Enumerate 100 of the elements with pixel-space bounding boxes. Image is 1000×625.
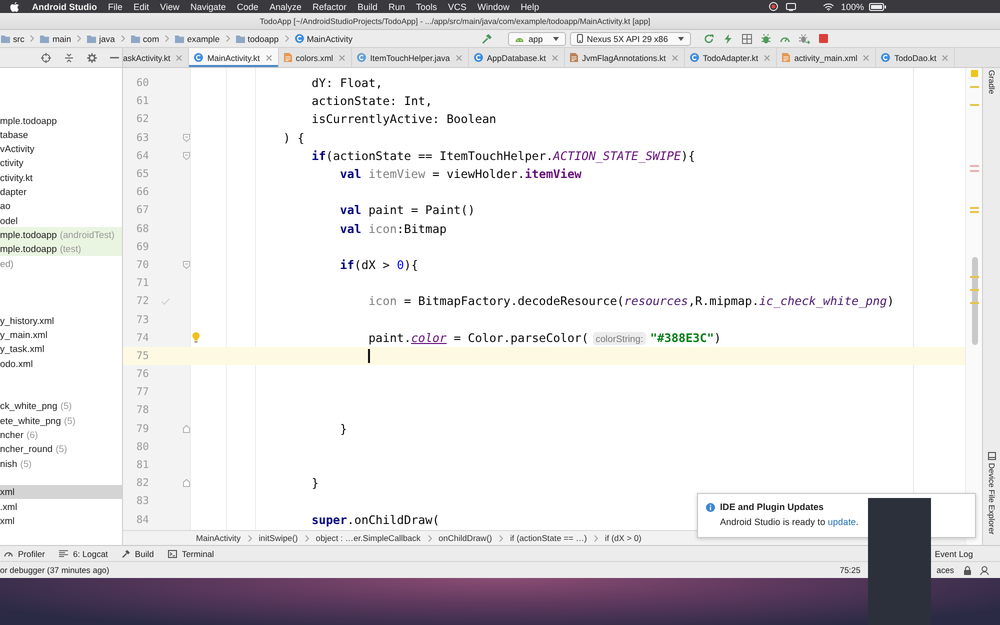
menu-item[interactable]: View <box>160 2 180 12</box>
stripe-marker[interactable] <box>970 302 979 304</box>
minus-icon[interactable] <box>110 56 119 58</box>
stripe-marker[interactable] <box>970 289 979 291</box>
close-icon[interactable] <box>176 54 182 60</box>
display-icon[interactable] <box>786 2 796 10</box>
path-item[interactable]: MainActivity <box>306 34 353 44</box>
tree-item[interactable]: ncher (6) <box>0 427 122 442</box>
breadcrumb-item[interactable]: onChildDraw() <box>438 533 492 543</box>
menu-item[interactable]: Run <box>388 2 406 12</box>
stripe-marker[interactable] <box>970 276 979 278</box>
editor-tab[interactable]: TodoAdapter.kt <box>684 48 778 67</box>
menu-item[interactable]: VCS <box>448 2 467 12</box>
tree-item[interactable]: mple.todoapp (androidTest) <box>0 227 122 242</box>
editor-tab[interactable]: JvmFlagAnnotations.kt <box>564 48 685 67</box>
bug-icon[interactable] <box>799 34 810 44</box>
tree-item[interactable]: y_task.xml <box>0 342 122 356</box>
refresh-icon[interactable] <box>704 34 714 44</box>
menu-item[interactable]: Analyze <box>269 2 302 12</box>
path-item[interactable]: todoapp <box>248 34 279 44</box>
battery-icon[interactable] <box>869 2 886 10</box>
tree-item[interactable]: xml <box>0 484 122 499</box>
stripe-marker[interactable] <box>970 86 979 88</box>
tool-window-button[interactable]: 6: Logcat <box>72 548 108 558</box>
fold-icon[interactable] <box>183 260 190 269</box>
editor-tab[interactable]: AppDatabase.kt <box>468 48 565 67</box>
close-icon[interactable] <box>764 54 770 60</box>
indent-setting[interactable]: aces <box>936 565 954 575</box>
tree-item[interactable]: ete_white_png (5) <box>0 413 122 428</box>
stripe-marker[interactable] <box>970 104 979 106</box>
tree-item[interactable]: .xml <box>0 498 122 514</box>
lightbulb-icon[interactable] <box>192 332 200 343</box>
stripe-marker[interactable] <box>970 211 979 213</box>
tree-item[interactable]: ck_white_png (5) <box>0 398 122 414</box>
app-menu[interactable]: Android Studio <box>32 2 97 12</box>
bug-icon[interactable] <box>761 34 771 44</box>
close-icon[interactable] <box>942 54 948 60</box>
menu-item[interactable]: Window <box>478 2 510 12</box>
path-item[interactable]: java <box>99 34 115 44</box>
collapse-icon[interactable] <box>64 52 74 62</box>
event-log-button[interactable]: Event Log <box>934 548 973 558</box>
lock-icon[interactable] <box>964 566 971 574</box>
menu-item[interactable]: Tools <box>416 2 438 12</box>
close-icon[interactable] <box>552 54 558 60</box>
tree-item[interactable]: ncher_round (5) <box>0 442 122 456</box>
update-link[interactable]: update <box>828 517 856 527</box>
breadcrumb-item[interactable]: object : …er.SimpleCallback <box>316 533 421 543</box>
close-icon[interactable] <box>339 54 346 60</box>
close-icon[interactable] <box>456 54 462 60</box>
path-item[interactable]: src <box>13 34 24 44</box>
device-icon[interactable] <box>988 452 996 460</box>
menu-item[interactable]: Code <box>236 2 258 12</box>
stripe-marker[interactable] <box>970 207 979 209</box>
menu-item[interactable]: Edit <box>134 2 150 12</box>
crosshair-icon[interactable] <box>41 52 51 62</box>
tree-item[interactable]: odel <box>0 212 122 228</box>
gradle-tab[interactable]: Gradle <box>987 70 996 94</box>
tree-item[interactable]: y_main.xml <box>0 327 122 342</box>
tool-window-button[interactable]: Build <box>134 548 154 558</box>
path-item[interactable]: com <box>142 34 160 44</box>
breadcrumb-item[interactable]: if (actionState == …) <box>510 533 587 543</box>
breadcrumb-item[interactable]: if (dX > 0) <box>604 533 642 543</box>
menu-item[interactable]: Help <box>520 2 540 12</box>
breadcrumb-item[interactable]: initSwipe() <box>258 533 298 543</box>
editor-tab[interactable]: TodoDao.kt <box>876 48 956 67</box>
editor-tab[interactable]: MainActivity.kt <box>189 48 279 67</box>
device-dropdown[interactable]: Nexus 5X API 29 x86 <box>570 32 691 46</box>
editor-tab[interactable]: ItemTouchHelper.java <box>352 48 469 67</box>
tree-item[interactable]: tabase <box>0 127 122 142</box>
tree-item[interactable]: mple.todoapp (test) <box>0 242 122 256</box>
fold-icon[interactable] <box>183 479 190 488</box>
grid-icon[interactable] <box>742 34 752 44</box>
bust-icon[interactable] <box>980 566 989 574</box>
tool-window-button[interactable]: Profiler <box>18 548 45 558</box>
editor-tab[interactable]: activity_main.xml <box>777 48 876 67</box>
breadcrumb-item[interactable]: MainActivity <box>196 533 241 543</box>
device-file-explorer-tab[interactable]: Device File Explorer <box>987 463 996 535</box>
path-item[interactable]: example <box>187 34 220 44</box>
tree-item[interactable]: y_history.xml <box>0 313 122 328</box>
stop-icon[interactable] <box>819 34 828 43</box>
caret-position[interactable]: 75:25 <box>840 565 860 575</box>
tree-item[interactable]: nish (5) <box>0 456 122 470</box>
tool-window-button[interactable]: Terminal <box>182 548 214 558</box>
tree-item[interactable]: ao <box>0 198 122 213</box>
close-icon[interactable] <box>266 54 272 60</box>
hammer-icon[interactable] <box>482 34 492 44</box>
wifi-icon[interactable] <box>822 2 834 10</box>
settings-icon[interactable] <box>87 52 97 62</box>
fold-icon[interactable] <box>183 424 190 433</box>
stripe-marker[interactable] <box>970 165 979 167</box>
scrollbar-thumb[interactable] <box>972 257 978 345</box>
tree-item[interactable]: vActivity <box>0 141 122 156</box>
menu-item[interactable]: Refactor <box>312 2 346 12</box>
menu-item[interactable]: Build <box>357 2 378 12</box>
menu-item[interactable]: File <box>108 2 123 12</box>
close-icon[interactable] <box>672 54 678 60</box>
lightning-icon[interactable] <box>723 34 733 44</box>
fold-icon[interactable] <box>183 152 190 160</box>
tree-item[interactable]: dapter <box>0 184 122 199</box>
tree-item[interactable]: odo.xml <box>0 356 122 370</box>
